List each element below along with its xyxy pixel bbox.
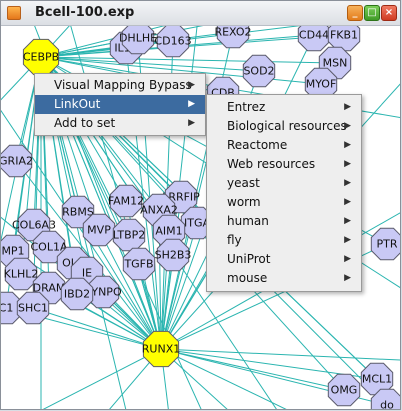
- node-label: RUNX1: [142, 343, 180, 356]
- maximize-button[interactable]: □: [364, 5, 380, 21]
- submenu-item-label: Web resources: [227, 157, 316, 171]
- window-title: Bcell-100.exp: [35, 5, 135, 20]
- node-label: do: [380, 399, 394, 410]
- submenu-item-label: worm: [227, 195, 261, 209]
- submenu-arrow-icon: ▶: [344, 216, 351, 226]
- submenu-item-label: UniProt: [227, 252, 271, 266]
- menu-item-add-to-set[interactable]: Add to set ▶: [35, 114, 205, 133]
- network-node-cebpb[interactable]: CEBPB: [23, 38, 59, 76]
- edge-fanout: [160, 348, 287, 409]
- node-label: DHLHE: [119, 32, 157, 45]
- submenu-arrow-icon: ▶: [344, 254, 351, 264]
- node-label: FAM12: [108, 195, 144, 208]
- linkout-submenu: Entrez ▶ Biological resources ▶ Reactome…: [206, 94, 362, 292]
- menu-item-label: Visual Mapping Bypass: [54, 78, 192, 92]
- submenu-arrow-icon: ▶: [344, 121, 351, 131]
- submenu-arrow-icon: ▶: [188, 118, 195, 128]
- node-label: CD163: [154, 35, 191, 48]
- node-label: OMG: [331, 384, 358, 397]
- node-label: MP1: [1, 245, 24, 258]
- submenu-arrow-icon: ▶: [188, 80, 195, 90]
- edge-runx1-omg: [160, 348, 345, 391]
- network-node-sod2[interactable]: SOD2: [242, 54, 276, 88]
- node-label: CEBPB: [23, 51, 59, 64]
- network-node-cd44[interactable]: CD44: [297, 26, 331, 52]
- network-node-ptr[interactable]: PTR: [370, 227, 400, 261]
- edge-fanout: [42, 348, 162, 409]
- menu-item-label: LinkOut: [54, 97, 101, 111]
- menu-item-linkout[interactable]: LinkOut ▶: [35, 95, 205, 114]
- network-node-mvp[interactable]: MVP: [82, 213, 116, 247]
- submenu-arrow-icon: ▶: [344, 273, 351, 283]
- node-label: SH2B3: [155, 249, 192, 262]
- node-label: KLHL2: [4, 268, 39, 281]
- node-label: TGFB: [123, 258, 153, 271]
- submenu-item-label: fly: [227, 233, 242, 247]
- submenu-item-entrez[interactable]: Entrez ▶: [207, 98, 361, 117]
- network-node-omg[interactable]: OMG: [327, 373, 361, 407]
- submenu-arrow-icon: ▶: [344, 159, 351, 169]
- submenu-item-label: mouse: [227, 271, 268, 285]
- node-label: AIM1: [155, 225, 182, 238]
- node-label: IBD2: [64, 288, 90, 301]
- submenu-item-label: Entrez: [227, 100, 266, 114]
- submenu-item-fly[interactable]: fly ▶: [207, 231, 361, 250]
- app-icon: [7, 6, 21, 20]
- node-context-menu: Visual Mapping Bypass ▶ LinkOut ▶ Add to…: [34, 73, 206, 136]
- node-label: C1: [1, 302, 13, 315]
- close-button[interactable]: ×: [381, 5, 397, 21]
- submenu-arrow-icon: ▶: [344, 178, 351, 188]
- network-node-ibd2[interactable]: IBD2: [60, 277, 94, 311]
- node-label: SOD2: [243, 65, 274, 78]
- submenu-arrow-icon: ▶: [344, 197, 351, 207]
- submenu-item-yeast[interactable]: yeast ▶: [207, 174, 361, 193]
- edge-fanout: [160, 348, 400, 361]
- submenu-item-label: Reactome: [227, 138, 288, 152]
- submenu-item-label: yeast: [227, 176, 260, 190]
- submenu-item-biological-resources[interactable]: Biological resources ▶: [207, 117, 361, 136]
- node-label: SHC1: [18, 302, 48, 315]
- submenu-item-mouse[interactable]: mouse ▶: [207, 269, 361, 288]
- node-label: LTBP2: [113, 229, 146, 242]
- submenu-arrow-icon: ▶: [344, 140, 351, 150]
- node-label: ANXA2: [140, 204, 178, 217]
- submenu-item-label: Biological resources: [227, 119, 347, 133]
- node-label: MYOF: [306, 78, 337, 91]
- submenu-item-reactome[interactable]: Reactome ▶: [207, 136, 361, 155]
- submenu-item-uniprot[interactable]: UniProt ▶: [207, 250, 361, 269]
- minimize-button[interactable]: _: [347, 5, 363, 21]
- node-label: FKB1: [330, 29, 358, 42]
- submenu-arrow-icon: ▶: [188, 99, 195, 109]
- node-label: MCL1: [362, 373, 392, 386]
- network-node-shc1[interactable]: SHC1: [16, 291, 50, 325]
- network-node-tgfb[interactable]: TGFB: [122, 247, 156, 281]
- submenu-arrow-icon: ▶: [344, 102, 351, 112]
- menu-item-visual-mapping-bypass[interactable]: Visual Mapping Bypass ▶: [35, 76, 205, 95]
- title-bar[interactable]: Bcell-100.exp _ □ ×: [1, 1, 400, 26]
- node-label: PTR: [377, 238, 398, 251]
- submenu-item-worm[interactable]: worm ▶: [207, 193, 361, 212]
- submenu-arrow-icon: ▶: [344, 235, 351, 245]
- node-label: RBMS: [62, 206, 94, 219]
- network-node-cd163[interactable]: CD163: [154, 26, 192, 58]
- node-label: MVP: [87, 224, 111, 237]
- node-label: MSN: [323, 57, 348, 70]
- node-label: COL6A3: [12, 219, 56, 232]
- node-label: CD44: [299, 29, 329, 42]
- submenu-item-web-resources[interactable]: Web resources ▶: [207, 155, 361, 174]
- node-label: IE: [82, 267, 92, 280]
- menu-item-label: Add to set: [54, 116, 116, 130]
- network-node-ltbp2[interactable]: LTBP2: [113, 218, 146, 252]
- node-label: REXO2: [214, 26, 251, 39]
- submenu-item-human[interactable]: human ▶: [207, 212, 361, 231]
- submenu-item-label: human: [227, 214, 269, 228]
- node-label: GRIA2: [1, 155, 33, 168]
